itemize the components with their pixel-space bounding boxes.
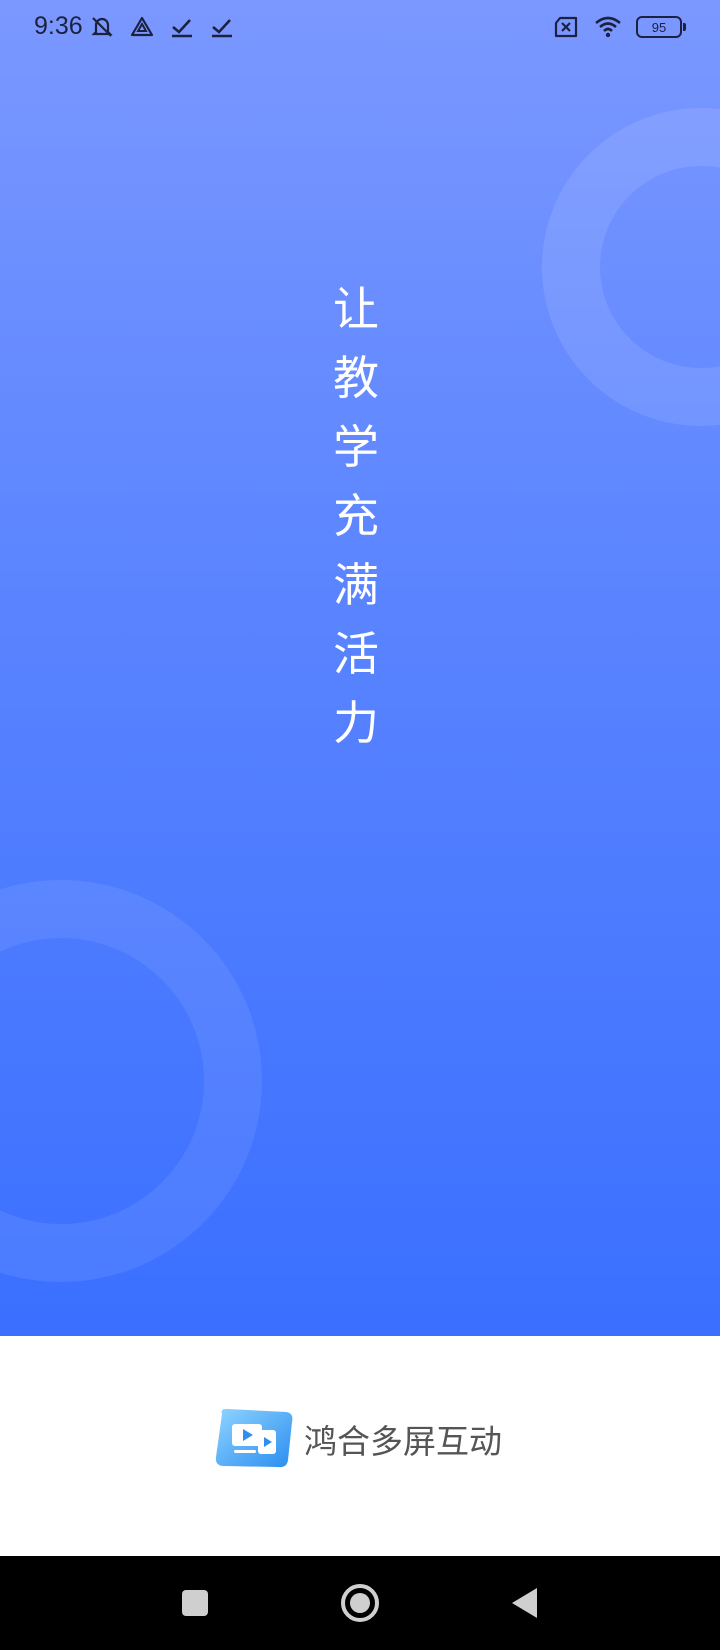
brand-lockup: 鸿合多屏互动 bbox=[212, 1406, 502, 1472]
no-sim-icon bbox=[554, 16, 578, 38]
checkmark-icon bbox=[172, 19, 192, 38]
wifi-icon bbox=[595, 16, 621, 38]
slogan-char: 活 bbox=[333, 627, 379, 681]
back-icon bbox=[512, 1588, 537, 1618]
app-name: 鸿合多屏互动 bbox=[304, 1422, 502, 1461]
decorative-ring-bottom bbox=[0, 880, 262, 1282]
status-time: 9:36 bbox=[34, 12, 83, 40]
battery-icon: 95 bbox=[636, 16, 686, 38]
decorative-ring-top bbox=[542, 108, 720, 426]
screen-share-logo-icon bbox=[215, 1408, 293, 1468]
system-nav-bar bbox=[0, 1556, 720, 1650]
status-notification-icons bbox=[88, 13, 236, 41]
slogan: 让 教 学 充 满 活 力 bbox=[320, 275, 392, 758]
status-bar: 9:36 95 bbox=[0, 0, 720, 54]
slogan-char: 满 bbox=[333, 558, 379, 612]
drive-icon bbox=[130, 16, 154, 37]
slogan-char: 力 bbox=[333, 696, 379, 750]
slogan-char: 学 bbox=[333, 420, 379, 474]
checkmark-icon bbox=[212, 19, 232, 38]
back-button[interactable] bbox=[500, 1578, 550, 1628]
brand-footer: 鸿合多屏互动 bbox=[0, 1336, 720, 1556]
slogan-char: 充 bbox=[333, 489, 379, 543]
slogan-char: 教 bbox=[333, 351, 379, 405]
notifications-muted-icon bbox=[91, 17, 113, 37]
recent-apps-icon bbox=[182, 1590, 208, 1616]
battery-level: 95 bbox=[651, 19, 667, 35]
home-icon bbox=[341, 1584, 379, 1622]
status-system-icons: 95 bbox=[552, 13, 686, 41]
slogan-char: 让 bbox=[333, 282, 379, 336]
splash-background: 9:36 95 让 教 学 充 满 活 力 bbox=[0, 0, 720, 1336]
recent-apps-button[interactable] bbox=[170, 1578, 220, 1628]
home-button[interactable] bbox=[335, 1578, 385, 1628]
